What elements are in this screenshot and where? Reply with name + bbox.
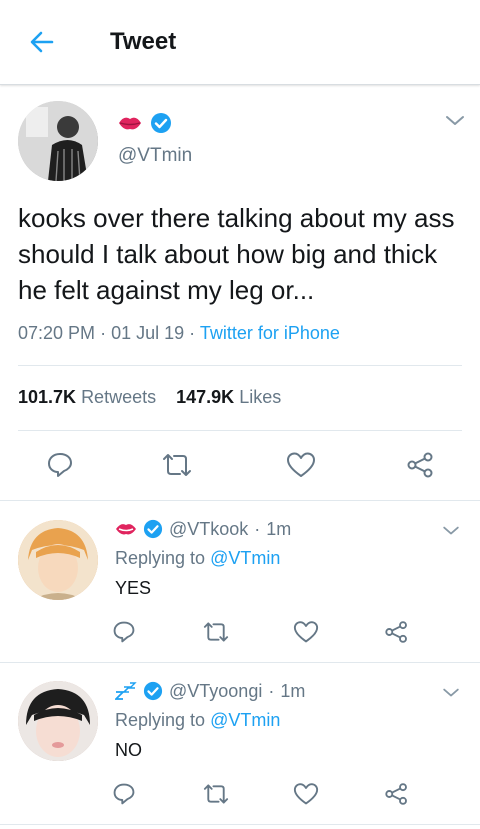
replying-to: Replying to @VTmin xyxy=(115,548,280,569)
replying-to-link[interactable]: @VTmin xyxy=(210,548,280,568)
reply-header: @VTkook · 1m xyxy=(115,517,291,541)
share-icon[interactable] xyxy=(384,782,410,806)
retweet-icon[interactable] xyxy=(161,451,193,479)
chevron-down-icon[interactable] xyxy=(444,114,466,128)
divider xyxy=(0,500,480,501)
like-heart-icon[interactable] xyxy=(293,782,319,806)
reply-icon[interactable] xyxy=(112,620,136,644)
back-arrow-icon[interactable] xyxy=(28,28,56,56)
page-title: Tweet xyxy=(110,28,177,55)
reply-author-handle[interactable]: @VTkook xyxy=(169,519,248,540)
avatar[interactable] xyxy=(18,681,98,761)
reply-icon[interactable] xyxy=(112,782,136,806)
like-heart-icon[interactable] xyxy=(293,620,319,644)
reply-author-handle[interactable]: @VTyoongi xyxy=(169,681,262,702)
replying-to-link[interactable]: @VTmin xyxy=(210,710,280,730)
divider xyxy=(18,365,462,366)
verified-badge-icon xyxy=(150,112,172,134)
reply-text: YES xyxy=(115,578,152,598)
likes-stat[interactable]: 147.9K Likes xyxy=(176,387,281,407)
reply-separator: · xyxy=(254,518,261,539)
like-heart-icon[interactable] xyxy=(286,451,316,479)
verified-badge-icon xyxy=(143,519,163,539)
share-icon[interactable] xyxy=(406,451,436,479)
avatar[interactable] xyxy=(18,101,98,181)
replying-label: Replying to xyxy=(115,548,206,568)
reply-time: 1m xyxy=(280,680,306,701)
tweet-author-handle[interactable]: @VTmin xyxy=(118,145,192,167)
reply-time: 1m xyxy=(266,518,292,539)
reply-separator: · xyxy=(268,680,275,701)
avatar[interactable] xyxy=(18,520,98,600)
meta-separator: · xyxy=(100,323,112,343)
retweets-count: 101.7K xyxy=(18,387,77,407)
retweet-icon[interactable] xyxy=(202,620,230,644)
chevron-down-icon[interactable] xyxy=(441,525,461,537)
mouth-emoji-icon xyxy=(115,521,137,537)
replying-label: Replying to xyxy=(115,710,206,730)
likes-label: Likes xyxy=(239,387,282,407)
name-badges xyxy=(118,110,172,136)
chevron-down-icon[interactable] xyxy=(441,687,461,699)
likes-count: 147.9K xyxy=(176,387,235,407)
zzz-emoji-icon xyxy=(115,682,137,700)
retweet-icon[interactable] xyxy=(202,782,230,806)
lips-emoji-icon xyxy=(118,114,142,132)
reply-icon[interactable] xyxy=(46,451,74,479)
divider xyxy=(18,430,462,431)
divider xyxy=(0,662,480,663)
reply-header: @VTyoongi · 1m xyxy=(115,679,305,703)
meta-separator: · xyxy=(189,323,200,343)
tweet-text: kooks over there talking about my ass sh… xyxy=(18,203,455,305)
verified-badge-icon xyxy=(143,681,163,701)
tweet-time: 07:20 PM xyxy=(18,323,96,343)
app-header: Tweet xyxy=(0,0,480,85)
retweets-label: Retweets xyxy=(81,387,157,407)
tweet-stats: 101.7K Retweets 147.9K Likes xyxy=(18,387,281,408)
share-icon[interactable] xyxy=(384,620,410,644)
tweet-date: 01 Jul 19 xyxy=(111,323,185,343)
reply-text: NO xyxy=(115,740,142,760)
retweets-stat[interactable]: 101.7K Retweets xyxy=(18,387,156,407)
replying-to: Replying to @VTmin xyxy=(115,710,280,731)
tweet-source-link[interactable]: Twitter for iPhone xyxy=(200,323,340,343)
divider xyxy=(0,824,480,825)
tweet-meta: 07:20 PM · 01 Jul 19 · Twitter for iPhon… xyxy=(18,323,340,344)
